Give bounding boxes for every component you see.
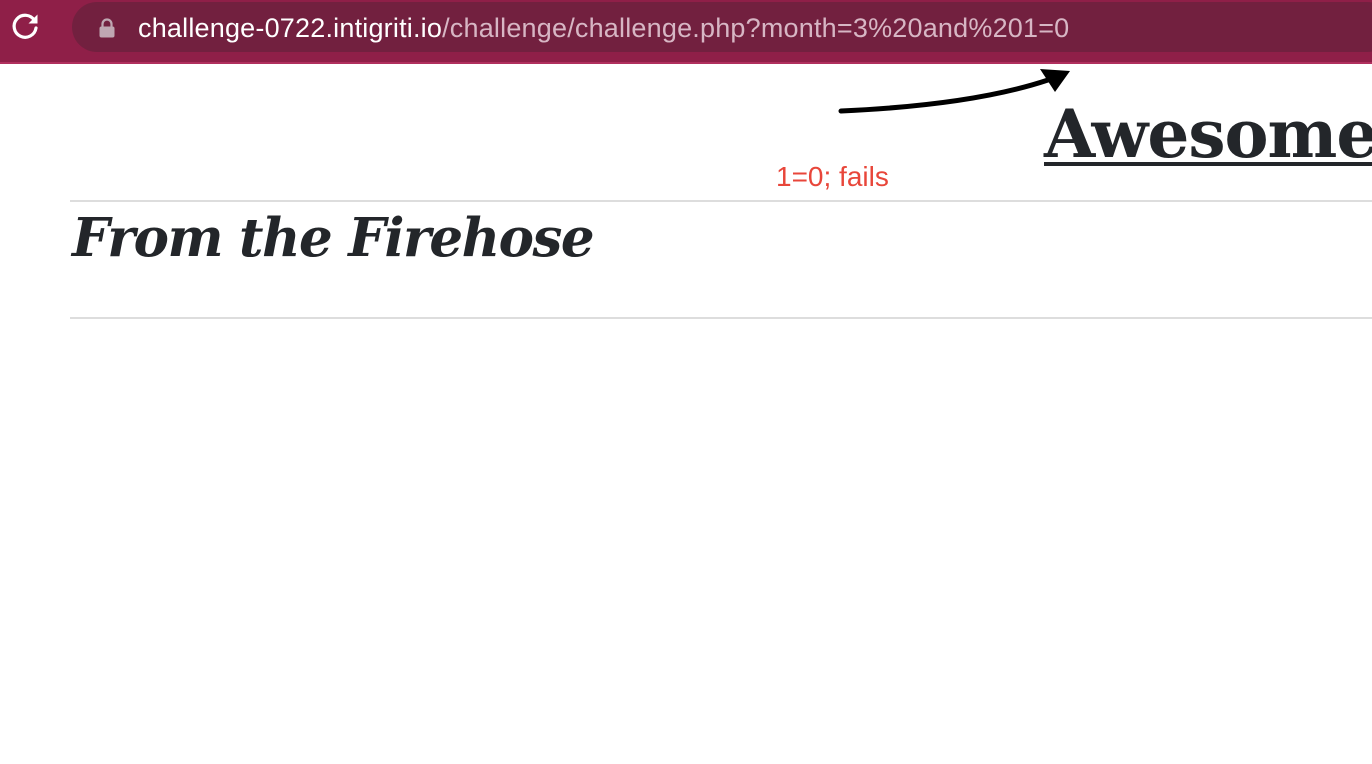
annotation-note: 1=0; fails — [776, 161, 889, 192]
reload-button[interactable] — [10, 10, 42, 42]
browser-toolbar: challenge-0722.intigriti.io/challenge/ch… — [0, 0, 1372, 64]
site-title-link[interactable]: Awesome — [1044, 92, 1372, 176]
lock-icon — [99, 18, 115, 38]
section-heading: From the Firehose — [72, 207, 595, 269]
address-bar[interactable]: challenge-0722.intigriti.io/challenge/ch… — [72, 2, 1372, 52]
screenshot-frame: challenge-0722.intigriti.io/challenge/ch… — [0, 0, 1372, 764]
url-path: /challenge/challenge.php?month=3%20and%2… — [442, 13, 1070, 43]
reload-icon — [12, 13, 38, 39]
url-host: challenge-0722.intigriti.io — [138, 13, 443, 43]
url-text: challenge-0722.intigriti.io/challenge/ch… — [138, 12, 1069, 44]
divider-bottom — [70, 317, 1372, 319]
